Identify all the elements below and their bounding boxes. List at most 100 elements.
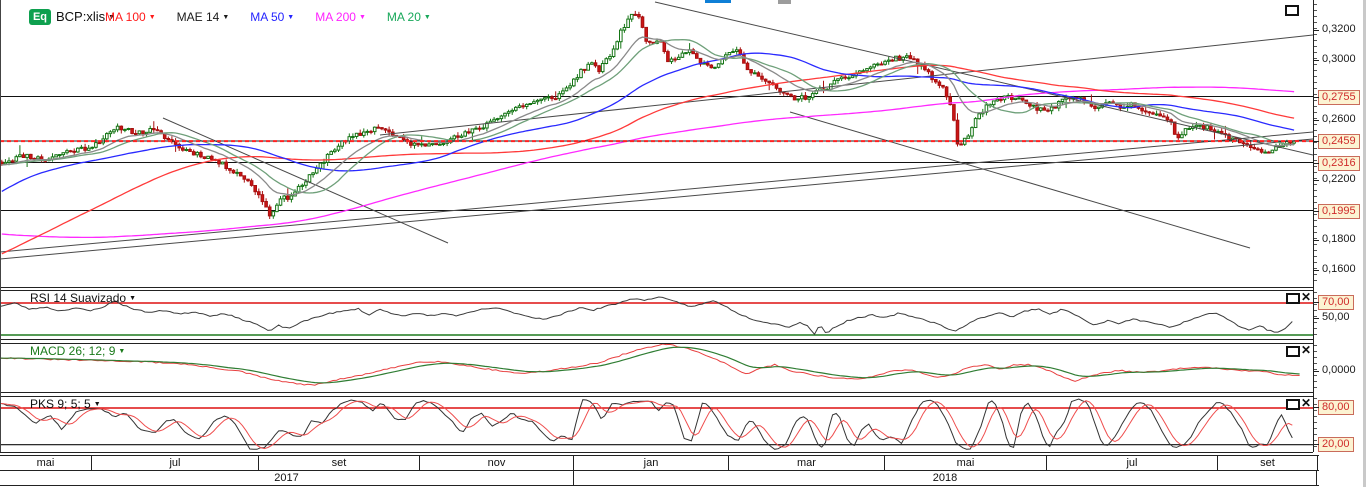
ma-legend-label: MA 200 [315, 10, 356, 24]
rsi-maximize-icon[interactable] [1286, 293, 1300, 304]
rsi-axis-label: 70,00 [1318, 295, 1354, 310]
pks-title-label: PKS 9; 5; 5 [30, 397, 91, 411]
ma-legend-item-ma-50[interactable]: MA 50 ▼ [250, 10, 294, 24]
macd-panel[interactable] [0, 343, 1313, 393]
chevron-down-icon: ▼ [222, 14, 230, 21]
axis-tick [1314, 318, 1319, 319]
macd-maximize-icon[interactable] [1286, 346, 1300, 357]
price-axis-label: 0,1800 [1322, 233, 1356, 245]
month-label: mai [956, 457, 975, 469]
macd-axis-label: 0,0000 [1322, 364, 1356, 376]
axis-tick [1314, 163, 1319, 164]
rsi-close-icon[interactable]: ✕ [1301, 291, 1311, 303]
macd-close-icon[interactable]: ✕ [1301, 344, 1311, 356]
chevron-down-icon: ▼ [148, 14, 156, 21]
rsi-title[interactable]: RSI 14 Suavizado ▼ [30, 291, 136, 305]
month-label: mai [36, 457, 55, 469]
ma-legend-item-ma-20[interactable]: MA 20 ▼ [387, 10, 431, 24]
time-axis-month-cell: mai [885, 456, 1047, 470]
macd-title[interactable]: MACD 26; 12; 9 ▼ [30, 344, 125, 358]
month-label: set [1260, 457, 1275, 469]
time-axis-month-cell: nov [420, 456, 574, 470]
chevron-down-icon: ▼ [118, 348, 126, 355]
year-label: 2017 [274, 472, 299, 484]
ma-legend-label: MA 50 [250, 10, 285, 24]
price-axis-label: 0,2316 [1318, 156, 1360, 171]
axis-tick [1314, 30, 1319, 31]
axis-tick [1314, 407, 1319, 408]
axis-tick [1314, 270, 1319, 271]
axis-tick [1314, 302, 1319, 303]
rsi-panel[interactable] [0, 290, 1313, 340]
time-axis-month-cell: mai [0, 456, 92, 470]
month-label: nov [487, 457, 506, 469]
price-axis-label: 0,2200 [1322, 173, 1356, 185]
price-axis-label: 0,1600 [1322, 263, 1356, 275]
ma-legend-label: MAE 14 [176, 10, 220, 24]
price-axis-label: 0,2459 [1318, 134, 1360, 149]
axis-tick [1314, 120, 1319, 121]
axis-tick [1314, 371, 1319, 372]
axis-tick [1314, 141, 1319, 142]
month-label: set [331, 457, 347, 469]
pks-axis-ticks [1314, 398, 1317, 450]
chevron-down-icon: ▼ [129, 295, 136, 302]
rsi-axis-ticks [1314, 292, 1317, 336]
macd-axis-ticks [1314, 345, 1317, 390]
top-edge-gray-fragment [778, 0, 791, 4]
price-axis-ticks [1314, 4, 1317, 284]
month-label: mar [797, 457, 816, 469]
time-axis-month-cell: jul [92, 456, 259, 470]
time-axis-month-cell: mar [729, 456, 885, 470]
pks-panel[interactable] [0, 396, 1313, 453]
pks-close-icon[interactable]: ✕ [1301, 397, 1311, 409]
main-chart-panel[interactable] [0, 0, 1313, 288]
time-axis[interactable]: mai jul set nov jan mar mai jul set 2017 2018 [0, 455, 1319, 486]
price-axis-label: 0,1995 [1318, 204, 1360, 219]
pks-maximize-icon[interactable] [1286, 399, 1300, 410]
equity-badge: Eq [29, 9, 51, 25]
chart-application: Eq BCP:xlis ▼ MA 100 ▼ MAE 14 ▼ MA 50 ▼ MA 200 ▼… [0, 0, 1366, 487]
time-axis-month-cell: jul [1047, 456, 1218, 470]
macd-canvas[interactable] [0, 344, 1313, 392]
pks-axis-label: 20,00 [1318, 437, 1354, 452]
pks-title[interactable]: PKS 9; 5; 5 ▼ [30, 397, 101, 411]
maximize-icon[interactable] [1285, 5, 1299, 16]
time-axis-month-cell: set [1218, 456, 1318, 470]
axis-tick [1314, 180, 1319, 181]
top-edge-blue-fragment [705, 0, 731, 3]
axis-tick [1314, 240, 1319, 241]
pks-canvas[interactable] [0, 397, 1313, 452]
price-axis-label: 0,3000 [1322, 53, 1356, 65]
month-label: jul [169, 457, 181, 469]
axis-tick [1314, 60, 1319, 61]
axis-tick [1314, 97, 1319, 98]
chevron-down-icon: ▼ [423, 14, 431, 21]
month-label: jul [1126, 457, 1138, 469]
axis-tick [1314, 444, 1319, 445]
ma-legend-item-ma-200[interactable]: MA 200 ▼ [315, 10, 366, 24]
ma-legend-item-ma-100[interactable]: MA 100 ▼ [105, 10, 156, 24]
chevron-down-icon: ▼ [93, 401, 101, 408]
time-axis-year-cell: 2017 [0, 471, 574, 485]
year-label: 2018 [932, 472, 958, 484]
axis-tick [1314, 211, 1319, 212]
pks-axis-label: 80,00 [1318, 400, 1354, 415]
ma-legend-item-mae-14[interactable]: MAE 14 ▼ [177, 10, 230, 24]
ma-legend-label: MA 100 [105, 10, 146, 24]
chevron-down-icon: ▼ [358, 14, 366, 21]
price-axis-label: 0,3200 [1322, 23, 1356, 35]
symbol-label: BCP:xlis [56, 9, 106, 24]
price-axis-label: 0,2600 [1322, 113, 1356, 125]
ma-legend-label: MA 20 [386, 10, 421, 24]
time-axis-month-cell: set [259, 456, 420, 470]
macd-title-label: MACD 26; 12; 9 [30, 344, 116, 358]
rsi-canvas[interactable] [0, 291, 1313, 339]
main-chart-canvas[interactable] [0, 0, 1313, 286]
ma-legend: MA 100 ▼ MAE 14 ▼ MA 50 ▼ MA 200 ▼ MA 20 ▼ [105, 10, 431, 24]
time-axis-months: mai jul set nov jan mar mai jul set [0, 456, 1319, 471]
rsi-title-label: RSI 14 Suavizado [30, 291, 127, 305]
time-axis-year-cell: 2018 [574, 471, 1317, 485]
plot-left-border [0, 0, 1, 452]
month-label: jan [643, 457, 659, 469]
